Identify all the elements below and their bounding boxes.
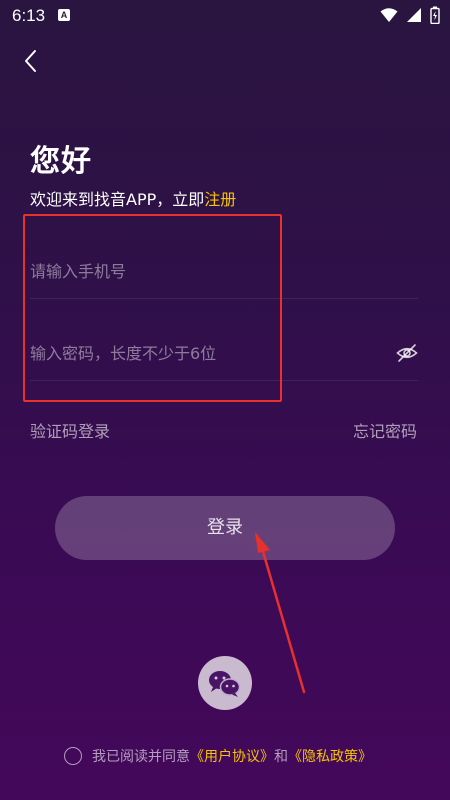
signal-icon: [407, 8, 421, 22]
register-link[interactable]: 注册: [204, 190, 236, 209]
privacy-policy-link[interactable]: 《隐私政策》: [288, 746, 372, 766]
back-button[interactable]: [18, 48, 44, 74]
agreement-checkbox[interactable]: [64, 747, 82, 765]
wechat-login-button[interactable]: [198, 656, 252, 710]
sms-login-link[interactable]: 验证码登录: [30, 418, 110, 442]
welcome-line: 欢迎来到找音APP，立即注册: [30, 186, 236, 210]
password-visibility-toggle[interactable]: [396, 342, 418, 364]
login-button[interactable]: 登录: [55, 496, 395, 560]
status-time: 6:13: [12, 6, 46, 25]
phone-input[interactable]: [30, 246, 360, 296]
status-icons: [380, 6, 440, 24]
agreement-and: 和: [274, 749, 288, 765]
status-a-badge-icon: A: [58, 9, 70, 21]
agreement-row: 我已阅读并同意 《用户协议》 和 《隐私政策》: [64, 745, 372, 767]
eye-off-icon: [396, 344, 418, 362]
user-agreement-link[interactable]: 《用户协议》: [190, 746, 274, 766]
wechat-icon: [209, 671, 241, 697]
chevron-left-icon: [25, 50, 36, 72]
welcome-text: 欢迎来到找音APP，立即: [30, 190, 205, 209]
forgot-password-link[interactable]: 忘记密码: [353, 418, 417, 442]
battery-icon: [430, 6, 440, 24]
password-field-row: [30, 328, 418, 381]
phone-field-row: [30, 246, 418, 299]
password-input[interactable]: [30, 328, 360, 378]
page-title: 您好: [30, 144, 92, 179]
wifi-icon: [380, 8, 398, 22]
status-bar: 6:13 A: [0, 0, 450, 32]
agreement-prefix: 我已阅读并同意: [92, 749, 190, 765]
